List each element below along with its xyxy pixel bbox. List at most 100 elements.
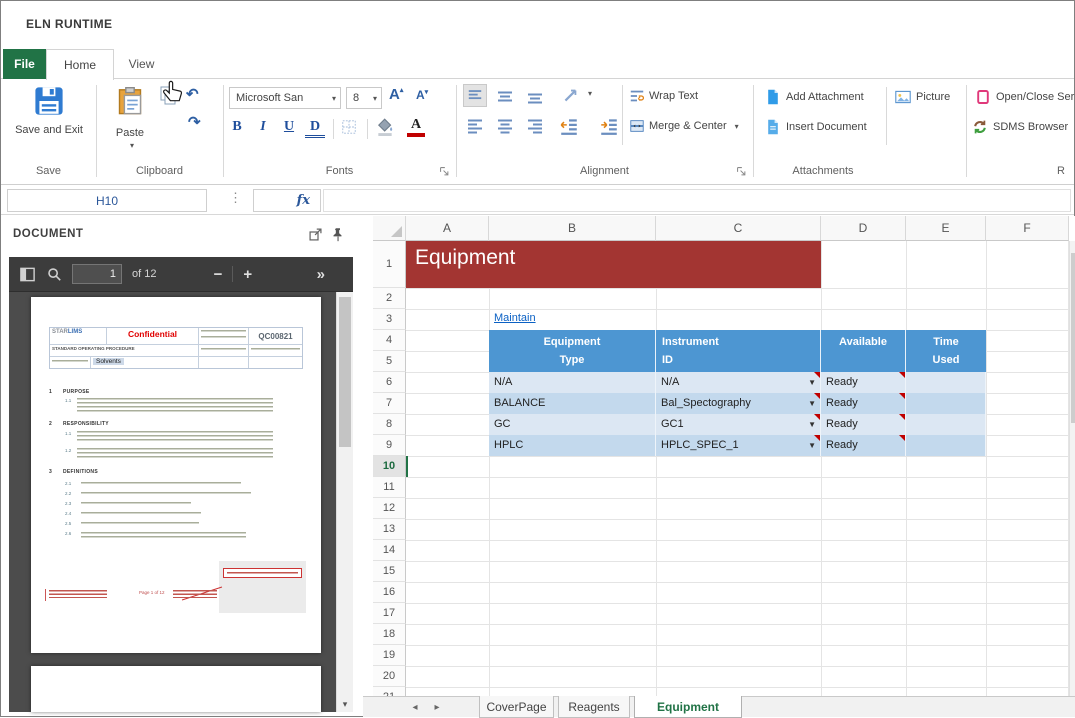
row-header[interactable]: 4 — [373, 330, 406, 351]
cell-available[interactable]: Ready — [821, 393, 906, 414]
sheet-scrollbar[interactable] — [1069, 241, 1075, 696]
cell-equipment-type[interactable]: BALANCE — [489, 393, 656, 414]
pdf-scrollbar-thumb[interactable] — [339, 297, 351, 447]
row-header[interactable]: 14 — [373, 540, 406, 561]
row-header[interactable]: 13 — [373, 519, 406, 540]
select-all-corner[interactable] — [373, 216, 406, 241]
pdf-scrollbar[interactable]: ▾ — [336, 292, 353, 712]
row-header[interactable]: 3 — [373, 309, 406, 330]
paste-dropdown-caret[interactable]: ▾ — [126, 141, 134, 150]
align-top-button[interactable] — [463, 84, 487, 107]
wrap-text-button[interactable]: Wrap Text — [629, 88, 698, 104]
header-time-used[interactable]: TimeUsed — [906, 330, 986, 372]
row-header[interactable]: 2 — [373, 288, 406, 309]
align-bottom-button[interactable] — [523, 84, 547, 107]
column-header-c[interactable]: C — [656, 216, 821, 241]
header-instrument-id[interactable]: InstrumentID — [656, 330, 821, 372]
redo-button[interactable]: ↷ — [188, 115, 201, 130]
row-header[interactable]: 11 — [373, 477, 406, 498]
column-header-f[interactable]: F — [986, 216, 1069, 241]
row-header[interactable]: 7 — [373, 393, 406, 414]
shrink-font-button[interactable]: A▾ — [416, 88, 428, 102]
pin-icon[interactable] — [330, 227, 345, 242]
open-close-series-button[interactable]: Open/Close Seri — [975, 89, 1075, 105]
row-header[interactable]: 5 — [373, 351, 406, 372]
page-number-input[interactable]: 1 — [72, 264, 122, 284]
alignment-dialog-launcher[interactable] — [735, 165, 747, 177]
add-attachment-button[interactable]: Add Attachment — [765, 89, 864, 105]
cell-time-used[interactable] — [906, 393, 986, 414]
font-color-button[interactable]: A — [407, 117, 425, 137]
cell-instrument-id[interactable]: HPLC_SPEC_1▼ — [656, 435, 821, 456]
column-header-e[interactable]: E — [906, 216, 986, 241]
sheet-nav-left-icon[interactable]: ◂ — [407, 697, 423, 718]
merge-center-caret[interactable]: ▾ — [731, 122, 739, 131]
column-header-a[interactable]: A — [406, 216, 489, 241]
row-header-selected[interactable]: 10 — [373, 456, 406, 477]
fill-color-icon[interactable] — [375, 117, 395, 137]
maintain-link[interactable]: Maintain — [494, 312, 536, 324]
align-center-button[interactable] — [493, 114, 517, 137]
cell-time-used[interactable] — [906, 435, 986, 456]
cell-time-used[interactable] — [906, 372, 986, 393]
more-tools-button[interactable]: » — [317, 266, 325, 283]
cell-available[interactable]: Ready — [821, 372, 906, 393]
merge-center-button[interactable]: Merge & Center ▾ — [629, 118, 739, 134]
font-size-select[interactable]: 8▾ — [346, 87, 382, 109]
align-right-button[interactable] — [523, 114, 547, 137]
double-underline-button[interactable]: D — [305, 119, 325, 138]
name-box-splitter[interactable]: ⋮ — [229, 190, 242, 206]
equipment-banner-cell[interactable]: Equipment — [406, 241, 821, 288]
orientation-caret[interactable]: ▾ — [584, 89, 592, 98]
pdf-scroll-down-icon[interactable]: ▾ — [337, 699, 353, 710]
borders-icon[interactable] — [341, 119, 357, 135]
align-middle-button[interactable] — [493, 84, 517, 107]
picture-button[interactable]: Picture — [895, 89, 950, 105]
zoom-in-button[interactable]: + — [243, 266, 252, 283]
underline-button[interactable]: U — [279, 119, 299, 135]
row-header[interactable]: 1 — [373, 241, 406, 288]
cell-time-used[interactable] — [906, 414, 986, 435]
cell-available[interactable]: Ready — [821, 435, 906, 456]
decrease-indent-button[interactable] — [559, 116, 579, 136]
sheet-nav-right-icon[interactable]: ▸ — [429, 697, 445, 718]
insert-document-button[interactable]: Insert Document — [765, 119, 867, 135]
sheet-scrollbar-thumb[interactable] — [1071, 253, 1075, 423]
row-header[interactable]: 16 — [373, 582, 406, 603]
pdf-search-icon[interactable] — [46, 266, 62, 282]
cell-instrument-id[interactable]: N/A▼ — [656, 372, 821, 393]
column-header-d[interactable]: D — [821, 216, 906, 241]
header-equipment-type[interactable]: EquipmentType — [489, 330, 656, 372]
cell-instrument-id[interactable]: Bal_Spectography▼ — [656, 393, 821, 414]
row-header[interactable]: 21 — [373, 687, 406, 696]
row-header[interactable]: 8 — [373, 414, 406, 435]
row-header[interactable]: 18 — [373, 624, 406, 645]
italic-button[interactable]: I — [253, 119, 273, 135]
open-external-icon[interactable] — [308, 227, 323, 242]
font-name-select[interactable]: Microsoft San▾ — [229, 87, 341, 109]
cell-equipment-type[interactable]: N/A — [489, 372, 656, 393]
cell-available[interactable]: Ready — [821, 414, 906, 435]
insert-function-button[interactable]: fx — [253, 189, 321, 212]
sidebar-toggle-icon[interactable] — [19, 266, 36, 283]
sheet-tab-coverpage[interactable]: CoverPage — [479, 696, 554, 718]
row-header[interactable]: 12 — [373, 498, 406, 519]
cell-equipment-type[interactable]: HPLC — [489, 435, 656, 456]
zoom-out-button[interactable]: − — [214, 266, 223, 283]
cell-instrument-id[interactable]: GC1▼ — [656, 414, 821, 435]
row-header[interactable]: 17 — [373, 603, 406, 624]
fonts-dialog-launcher[interactable] — [438, 165, 450, 177]
name-box[interactable]: H10 — [7, 189, 207, 212]
tab-file[interactable]: File — [3, 49, 46, 79]
row-header[interactable]: 6 — [373, 372, 406, 393]
grow-font-button[interactable]: A▴ — [389, 86, 403, 103]
formula-input[interactable] — [323, 189, 1071, 212]
undo-button[interactable]: ↶ — [186, 87, 199, 102]
orientation-button[interactable] — [561, 85, 581, 105]
row-header[interactable]: 19 — [373, 645, 406, 666]
sheet-tab-reagents[interactable]: Reagents — [558, 696, 630, 718]
column-header-b[interactable]: B — [489, 216, 656, 241]
row-header[interactable]: 9 — [373, 435, 406, 456]
sheet-tab-equipment[interactable]: Equipment — [634, 696, 742, 718]
increase-indent-button[interactable] — [599, 116, 619, 136]
